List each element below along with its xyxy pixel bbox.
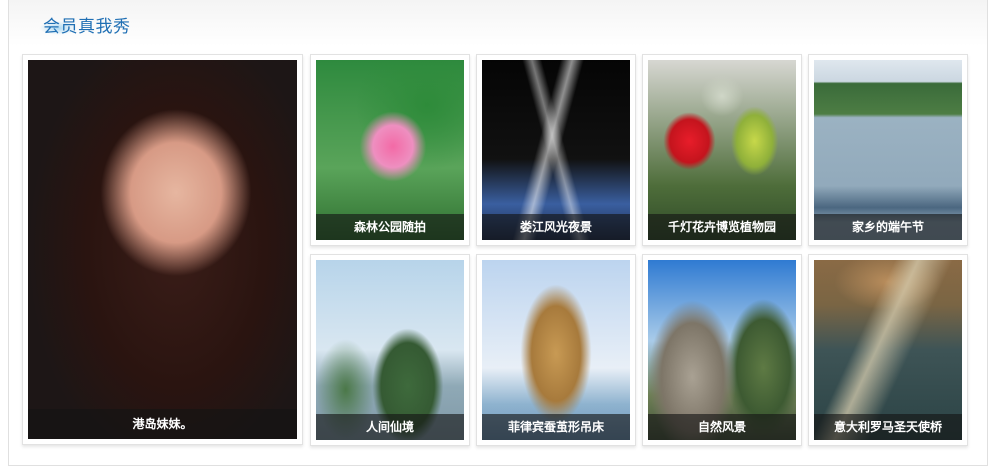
photo-caption: 意大利罗马圣天使桥 bbox=[814, 414, 962, 440]
lotus-photo: 森林公园随拍 bbox=[316, 60, 464, 240]
bridge-night-photo: 娄江风光夜景 bbox=[482, 60, 630, 240]
rome-bridge-photo: 意大利罗马圣天使桥 bbox=[814, 260, 962, 440]
guilin-photo: 人间仙境 bbox=[316, 260, 464, 440]
photo-caption: 森林公园随拍 bbox=[316, 214, 464, 240]
portrait-photo: 港岛妹妹。 bbox=[28, 60, 297, 439]
photo-card-bridge-night[interactable]: 娄江风光夜景 bbox=[476, 54, 636, 246]
photo-caption: 娄江风光夜景 bbox=[482, 214, 630, 240]
photo-card-rome-bridge[interactable]: 意大利罗马圣天使桥 bbox=[808, 254, 968, 446]
photo-caption: 菲律宾蚕茧形吊床 bbox=[482, 414, 630, 440]
mountain-photo: 自然风景 bbox=[648, 260, 796, 440]
hammock-photo: 菲律宾蚕茧形吊床 bbox=[482, 260, 630, 440]
cactus-photo: 千灯花卉博览植物园 bbox=[648, 60, 796, 240]
photo-caption: 家乡的端午节 bbox=[814, 214, 962, 240]
photo-card-mountain[interactable]: 自然风景 bbox=[642, 254, 802, 446]
photo-caption: 千灯花卉博览植物园 bbox=[648, 214, 796, 240]
photo-card-lotus[interactable]: 森林公园随拍 bbox=[310, 54, 470, 246]
photo-card-hammock[interactable]: 菲律宾蚕茧形吊床 bbox=[476, 254, 636, 446]
photo-caption: 港岛妹妹。 bbox=[28, 409, 297, 439]
panel-title: 会员真我秀 bbox=[43, 17, 131, 37]
photo-card-dragon-boat[interactable]: 家乡的端午节 bbox=[808, 54, 968, 246]
photo-card-guilin[interactable]: 人间仙境 bbox=[310, 254, 470, 446]
dragon-boat-photo: 家乡的端午节 bbox=[814, 60, 962, 240]
photo-card-cactus[interactable]: 千灯花卉博览植物园 bbox=[642, 54, 802, 246]
panel-header: 会员真我秀 bbox=[9, 0, 987, 46]
photo-card-portrait[interactable]: 港岛妹妹。 bbox=[22, 54, 303, 445]
photo-caption: 人间仙境 bbox=[316, 414, 464, 440]
photo-caption: 自然风景 bbox=[648, 414, 796, 440]
